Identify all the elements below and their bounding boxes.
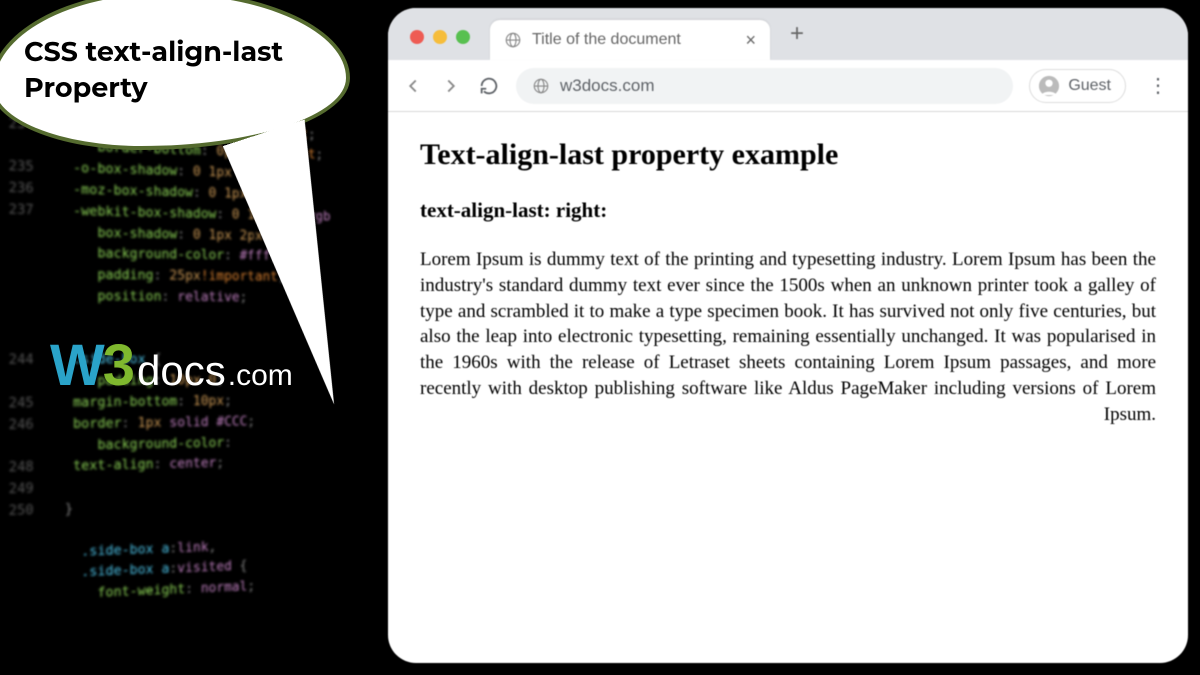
content-paragraph: Lorem Ipsum is dummy text of the printin… <box>420 247 1156 428</box>
tab-bar: Title of the document × + <box>388 8 1188 60</box>
guest-label: Guest <box>1068 77 1111 95</box>
back-button[interactable] <box>402 75 424 97</box>
profile-button[interactable]: Guest <box>1029 69 1126 103</box>
content-subheading: text-align-last: right: <box>420 198 1156 223</box>
reload-button[interactable] <box>478 75 500 97</box>
tab-title: Title of the document <box>532 31 735 49</box>
maximize-icon[interactable] <box>456 30 470 44</box>
logo-w: W <box>50 332 103 399</box>
logo-com: .com <box>228 359 293 393</box>
forward-button[interactable] <box>440 75 462 97</box>
traffic-lights <box>410 30 470 44</box>
close-icon[interactable] <box>410 30 424 44</box>
menu-button[interactable]: ⋮ <box>1142 73 1174 98</box>
address-bar[interactable]: w3docs.com <box>516 68 1013 104</box>
content-heading: Text-align-last property example <box>420 138 1156 172</box>
tab-close-icon[interactable]: × <box>745 31 756 49</box>
globe-icon <box>532 77 550 95</box>
new-tab-button[interactable]: + <box>790 20 804 48</box>
browser-tab[interactable]: Title of the document × <box>490 20 770 60</box>
url-text: w3docs.com <box>560 76 654 96</box>
globe-icon <box>504 31 522 49</box>
minimize-icon[interactable] <box>433 30 447 44</box>
avatar-icon <box>1038 75 1060 97</box>
document-content: Text-align-last property example text-al… <box>388 112 1188 454</box>
browser-toolbar: w3docs.com Guest ⋮ <box>388 60 1188 112</box>
page-title: CSS text-align-last Property <box>24 34 318 107</box>
logo-three: 3 <box>103 332 135 399</box>
logo-docs: docs <box>137 347 226 395</box>
title-bubble: CSS text-align-last Property <box>0 0 350 150</box>
w3docs-logo: W 3 docs .com <box>50 332 293 399</box>
browser-window: Title of the document × + w3docs.com <box>388 8 1188 663</box>
